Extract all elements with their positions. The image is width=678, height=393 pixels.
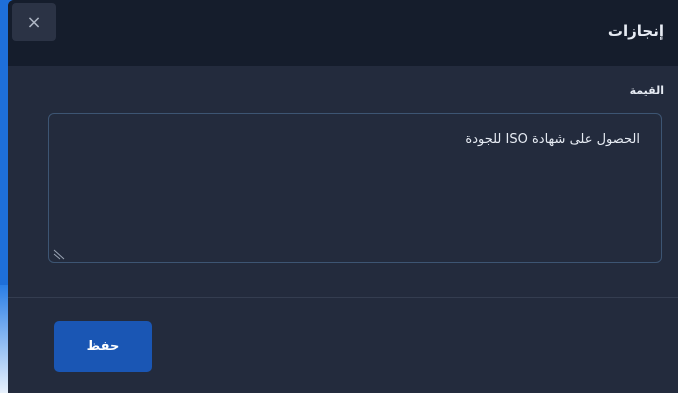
textarea-value: الحصول على شهادة ISO للجودة: [465, 132, 640, 147]
close-button[interactable]: ×: [12, 3, 56, 41]
resize-handle-icon[interactable]: [52, 246, 66, 260]
footer-divider: [8, 297, 678, 298]
save-button[interactable]: حفظ: [54, 321, 152, 372]
modal-dialog: × إنجازات القيمة الحصول على شهادة ISO لل…: [8, 0, 678, 393]
value-textarea[interactable]: الحصول على شهادة ISO للجودة: [48, 113, 662, 263]
modal-header: × إنجازات: [8, 0, 678, 66]
close-icon: ×: [26, 11, 42, 33]
modal-title: إنجازات: [607, 22, 664, 40]
field-label: القيمة: [629, 84, 664, 97]
